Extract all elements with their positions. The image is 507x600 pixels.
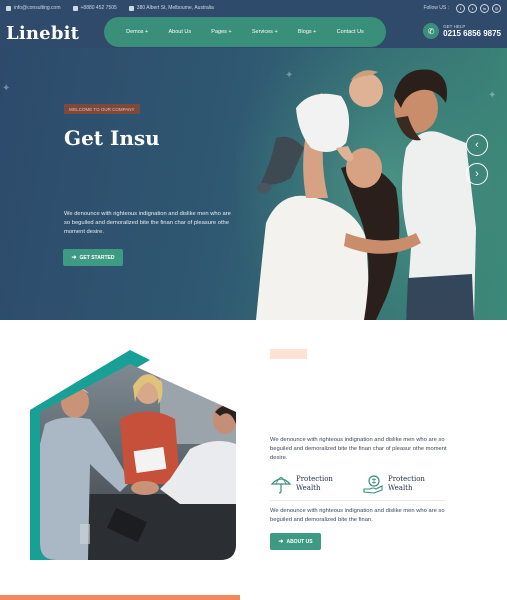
umbrella-icon — [270, 476, 292, 494]
about-paragraph: We denounce with righteous indignation a… — [270, 437, 447, 461]
site-header: Linebit Demos + About Us Pages + Service… — [0, 16, 507, 48]
top-bar: info@consulting.com +8880 452 7505 380 A… — [0, 0, 507, 16]
page: info@consulting.com +8880 452 7505 380 A… — [0, 0, 507, 600]
email-text: info@consulting.com — [14, 5, 61, 11]
sparkle-icon: ✦ — [2, 83, 11, 94]
nav-item-pages[interactable]: Pages + — [211, 29, 231, 35]
money-hand-icon — [363, 475, 383, 494]
slider-next-button[interactable]: › — [466, 163, 488, 185]
arrow-right-icon: ➜ — [71, 255, 77, 261]
phone-call-icon: ✆ — [423, 23, 440, 39]
twitter-icon[interactable]: t — [468, 3, 477, 13]
nav-item-services[interactable]: Services + — [252, 29, 278, 35]
nav-item-contact[interactable]: Contact Us — [337, 29, 364, 35]
feature-title: Protection Wealth — [388, 475, 425, 492]
address-text: 380 Albert St, Melbourne, Australia — [136, 5, 214, 11]
follow-label: Follow US : — [423, 5, 449, 11]
get-started-label: GET STARTED — [79, 254, 115, 261]
logo[interactable]: Linebit — [6, 23, 79, 44]
get-started-button[interactable]: ➜ GET STARTED — [63, 249, 123, 266]
section-tag — [270, 349, 307, 359]
family-photo — [236, 48, 507, 320]
feature-protection-wealth: Protection Wealth — [362, 473, 433, 495]
nav-item-about[interactable]: About Us — [168, 29, 191, 35]
get-help[interactable]: ✆ GET HELP 0215 6856 9875 — [423, 23, 501, 39]
about-paragraph-secondary: We denounce with righteous indignation a… — [270, 508, 445, 523]
footer-accent-bar — [0, 595, 240, 600]
hero-section: ✦ ✦ ✦ WELCOME TO OUR COMPANY Get Insu We… — [0, 48, 507, 320]
phone-text: +8880 452 7505 — [80, 5, 117, 11]
hero-text: We denounce with righteous indignation a… — [64, 211, 231, 235]
chevron-left-icon: ‹ — [475, 139, 479, 151]
phone-icon — [72, 5, 78, 11]
main-nav: Demos + About Us Pages + Services + Blog… — [104, 17, 386, 47]
divider — [270, 500, 445, 501]
topbar-email[interactable]: info@consulting.com — [6, 5, 61, 11]
feature-title: Protection Wealth — [296, 475, 333, 492]
hero-title: Get Insu — [64, 126, 160, 148]
social-follow: Follow US : f t in ◎ — [423, 0, 501, 16]
topbar-phone[interactable]: +8880 452 7505 — [72, 5, 117, 11]
feature-protection-wealth: Protection Wealth — [270, 473, 341, 495]
about-us-label: ABOUT US — [286, 538, 313, 545]
mail-icon — [6, 5, 11, 11]
nav-item-demos[interactable]: Demos + — [126, 29, 148, 35]
chevron-right-icon: › — [475, 168, 479, 180]
instagram-icon[interactable]: ◎ — [492, 3, 501, 13]
slider-prev-button[interactable]: ‹ — [466, 134, 488, 156]
help-phone: 0215 6856 9875 — [443, 29, 501, 38]
facebook-icon[interactable]: f — [456, 3, 465, 13]
arrow-right-icon: ➜ — [278, 539, 284, 545]
welcome-tag: WELCOME TO OUR COMPANY — [64, 104, 140, 114]
about-us-button[interactable]: ➜ ABOUT US — [270, 533, 321, 550]
topbar-address: 380 Albert St, Melbourne, Australia — [128, 5, 214, 11]
linkedin-icon[interactable]: in — [480, 3, 489, 13]
nav-item-blogs[interactable]: Blogs + — [298, 29, 317, 35]
meeting-photo — [40, 364, 236, 560]
location-icon — [128, 5, 134, 11]
help-text: GET HELP 0215 6856 9875 — [443, 24, 501, 38]
